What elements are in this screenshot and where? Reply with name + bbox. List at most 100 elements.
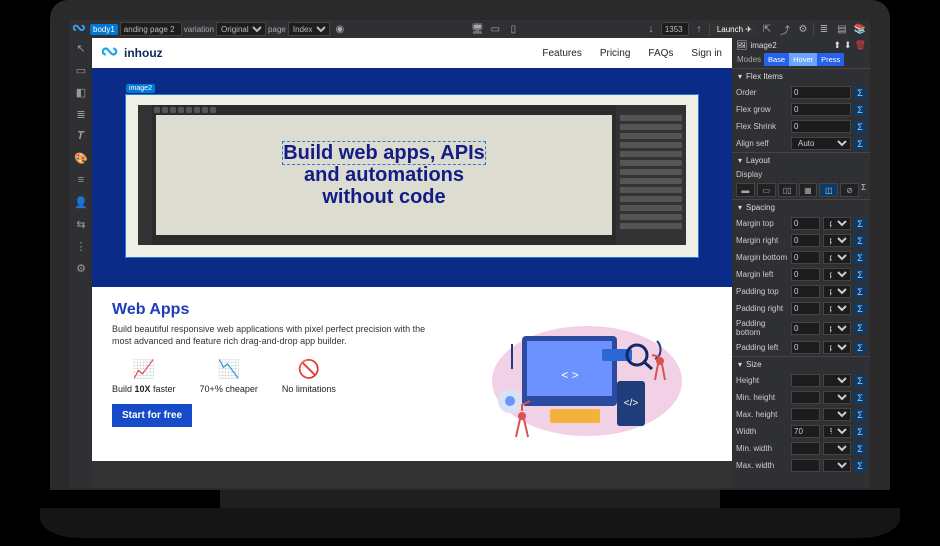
page-select[interactable]: Index bbox=[288, 22, 330, 36]
bind-icon[interactable]: Σ bbox=[854, 138, 866, 150]
bind-icon[interactable]: Σ bbox=[854, 409, 866, 421]
display-inlineblock-button[interactable]: ◫ bbox=[819, 183, 838, 197]
share-icon[interactable]: ⤴ bbox=[777, 21, 793, 37]
bind-icon[interactable]: Σ bbox=[854, 252, 866, 264]
bind-icon[interactable]: Σ bbox=[854, 218, 866, 230]
prop-pb-input[interactable] bbox=[791, 322, 820, 335]
bind-icon[interactable]: Σ bbox=[854, 426, 866, 438]
export-icon[interactable]: ⇱ bbox=[759, 21, 775, 37]
section-spacing[interactable]: ▾Spacing bbox=[732, 200, 870, 215]
prop-maxw-unit[interactable] bbox=[823, 459, 852, 472]
scroll-down-icon[interactable]: ↓ bbox=[643, 21, 659, 37]
prop-maxh-unit[interactable] bbox=[823, 408, 852, 421]
bind-icon[interactable]: Σ bbox=[854, 286, 866, 298]
prop-w-unit[interactable]: % bbox=[823, 425, 852, 438]
prop-pt-unit[interactable]: px bbox=[823, 285, 852, 298]
bind-icon[interactable]: Σ bbox=[854, 392, 866, 404]
library-icon[interactable]: 📚 bbox=[852, 21, 868, 37]
display-inline-button[interactable]: ▭ bbox=[757, 183, 776, 197]
mode-hover-button[interactable]: Hover bbox=[789, 53, 817, 66]
display-block-button[interactable]: ▬ bbox=[736, 183, 755, 197]
mobile-icon[interactable]: ▯ bbox=[505, 21, 521, 37]
prop-pt-input[interactable] bbox=[791, 285, 820, 298]
prop-pl-unit[interactable]: px bbox=[823, 341, 852, 354]
bind-icon[interactable]: Σ bbox=[854, 235, 866, 247]
connect-tool-icon[interactable]: ⇆ bbox=[73, 216, 89, 232]
tablet-icon[interactable]: ▭ bbox=[487, 21, 503, 37]
section-layout[interactable]: ▾Layout bbox=[732, 153, 870, 168]
download-icon[interactable]: ⬇ bbox=[844, 40, 852, 51]
prop-maxw-input[interactable] bbox=[791, 459, 820, 472]
bind-icon[interactable]: Σ bbox=[854, 269, 866, 281]
frame-tool-icon[interactable]: ▭ bbox=[73, 62, 89, 78]
prop-mr-unit[interactable]: px bbox=[823, 234, 852, 247]
display-flex-button[interactable]: ▯▯ bbox=[778, 183, 797, 197]
bind-icon[interactable]: Σ bbox=[854, 375, 866, 387]
prop-ml-input[interactable] bbox=[791, 268, 820, 281]
brand-logo[interactable]: inhouz bbox=[102, 44, 163, 62]
section-flex-items[interactable]: ▾Flex Items bbox=[732, 69, 870, 84]
prop-ml-unit[interactable]: px bbox=[823, 268, 852, 281]
prop-flexgrow-input[interactable] bbox=[791, 103, 851, 116]
prop-pr-input[interactable] bbox=[791, 302, 820, 315]
nav-pricing[interactable]: Pricing bbox=[600, 48, 631, 59]
canvas-area[interactable]: inhouz Features Pricing FAQs Sign in ima… bbox=[92, 38, 732, 488]
prop-minw-input[interactable] bbox=[791, 442, 820, 455]
prop-mb-input[interactable] bbox=[791, 251, 820, 264]
display-grid-button[interactable]: ▦ bbox=[799, 183, 818, 197]
hero-selected-element[interactable]: Build web apps, APIs and automations wit… bbox=[126, 95, 698, 257]
bind-icon[interactable]: Σ bbox=[854, 460, 866, 472]
prop-alignself-select[interactable]: Auto bbox=[791, 137, 851, 150]
bind-icon[interactable]: Σ bbox=[854, 342, 866, 354]
settings-tool-icon[interactable]: ⚙ bbox=[73, 260, 89, 276]
layers-tool-icon[interactable]: ≣ bbox=[73, 106, 89, 122]
display-none-button[interactable]: ⊘ bbox=[840, 183, 859, 197]
scroll-up-icon[interactable]: ↑ bbox=[691, 21, 707, 37]
prop-pl-input[interactable] bbox=[791, 341, 820, 354]
bind-icon[interactable]: Σ bbox=[854, 443, 866, 455]
variation-select[interactable]: Original bbox=[216, 22, 266, 36]
settings-icon[interactable]: ⚙ bbox=[795, 21, 811, 37]
bind-icon[interactable]: Σ bbox=[854, 121, 866, 133]
text-tool-icon[interactable]: 𝑻 bbox=[73, 128, 89, 144]
prop-minw-unit[interactable] bbox=[823, 442, 852, 455]
bind-icon[interactable]: Σ bbox=[854, 303, 866, 315]
prop-mr-input[interactable] bbox=[791, 234, 820, 247]
launch-button[interactable]: Launch ✈ bbox=[712, 24, 757, 35]
selected-element-label[interactable]: image2 bbox=[126, 84, 155, 93]
nav-faqs[interactable]: FAQs bbox=[648, 48, 673, 59]
prop-minh-unit[interactable] bbox=[823, 391, 852, 404]
bind-icon[interactable]: Σ bbox=[854, 104, 866, 116]
section-size[interactable]: ▾Size bbox=[732, 357, 870, 372]
bind-icon[interactable]: Σ bbox=[861, 183, 866, 197]
upload-icon[interactable]: ⬆ bbox=[833, 40, 841, 51]
bind-icon[interactable]: Σ bbox=[854, 322, 866, 334]
prop-pb-unit[interactable]: px bbox=[823, 322, 852, 335]
bind-icon[interactable]: Σ bbox=[854, 87, 866, 99]
layers-icon[interactable]: ≣ bbox=[816, 21, 832, 37]
mode-base-button[interactable]: Base bbox=[764, 53, 789, 66]
user-tool-icon[interactable]: 👤 bbox=[73, 194, 89, 210]
visibility-icon[interactable]: ◉ bbox=[332, 21, 348, 37]
prop-h-input[interactable] bbox=[791, 374, 820, 387]
prop-minh-input[interactable] bbox=[791, 391, 820, 404]
scroll-position-input[interactable] bbox=[661, 22, 689, 36]
desktop-icon[interactable]: 🖥 bbox=[469, 21, 485, 37]
prop-mb-unit[interactable]: px bbox=[823, 251, 852, 264]
prop-flexshrink-input[interactable] bbox=[791, 120, 851, 133]
page-name-input[interactable] bbox=[120, 22, 182, 36]
prop-mt-input[interactable] bbox=[791, 217, 820, 230]
prop-pr-unit[interactable]: px bbox=[823, 302, 852, 315]
mode-press-button[interactable]: Press bbox=[817, 53, 844, 66]
more-tool-icon[interactable]: ⋮ bbox=[73, 238, 89, 254]
nav-signin[interactable]: Sign in bbox=[691, 48, 722, 59]
cursor-tool-icon[interactable]: ↖ bbox=[73, 40, 89, 56]
delete-icon[interactable]: 🗑 bbox=[855, 40, 866, 51]
prop-mt-unit[interactable]: px bbox=[823, 217, 852, 230]
components-tool-icon[interactable]: ◧ bbox=[73, 84, 89, 100]
nav-features[interactable]: Features bbox=[542, 48, 581, 59]
prop-order-input[interactable] bbox=[791, 86, 851, 99]
prop-maxh-input[interactable] bbox=[791, 408, 820, 421]
docs-icon[interactable]: ▤ bbox=[834, 21, 850, 37]
prop-w-input[interactable] bbox=[791, 425, 820, 438]
